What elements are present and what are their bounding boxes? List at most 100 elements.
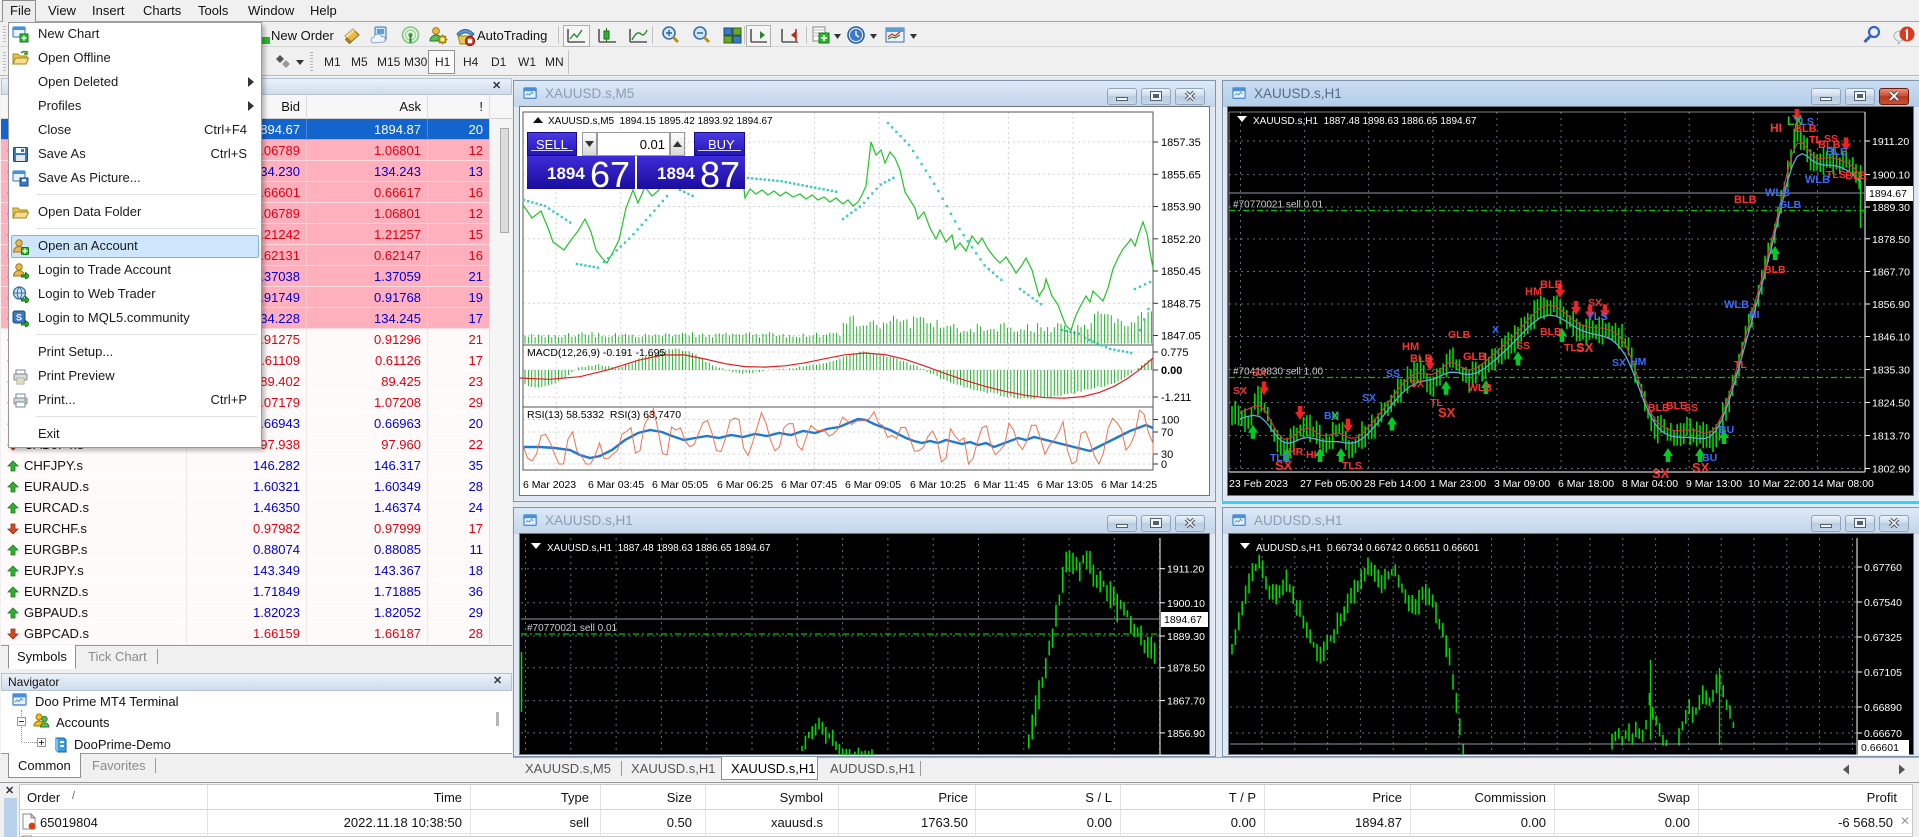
svg-text:0.67540: 0.67540 (1864, 597, 1902, 609)
svg-text:SX: SX (1438, 405, 1456, 420)
svg-text:SX: SX (1275, 458, 1293, 473)
svg-text:1852.20: 1852.20 (1161, 234, 1201, 246)
svg-text:8 Mar 04:00: 8 Mar 04:00 (1622, 478, 1678, 490)
svg-text:X: X (1331, 409, 1339, 423)
svg-text:9 Mar 13:00: 9 Mar 13:00 (1686, 478, 1742, 490)
svg-text:BLB: BLB (1410, 353, 1433, 365)
svg-text:WLB: WLB (1765, 187, 1790, 199)
svg-text:1853.90: 1853.90 (1161, 202, 1201, 214)
svg-text:X: X (1492, 324, 1499, 336)
svg-text:WLB: WLB (1468, 382, 1492, 394)
svg-text:1911.20: 1911.20 (1872, 136, 1909, 148)
svg-text:TLS: TLS (1342, 460, 1362, 472)
svg-text:BLB: BLB (1734, 194, 1757, 206)
svg-text:1856.90: 1856.90 (1872, 299, 1910, 311)
svg-text:0.00: 0.00 (1161, 365, 1182, 377)
svg-text:6 Mar 09:05: 6 Mar 09:05 (845, 479, 901, 491)
svg-text:1900.10: 1900.10 (1167, 598, 1205, 610)
svg-text:GLB: GLB (1448, 329, 1471, 341)
svg-text:6 Mar 13:05: 6 Mar 13:05 (1037, 479, 1093, 491)
svg-text:6 Mar 14:25: 6 Mar 14:25 (1101, 479, 1157, 491)
svg-text:HR: HR (1288, 446, 1304, 458)
svg-text:1857.35: 1857.35 (1161, 137, 1201, 149)
svg-text:100: 100 (1161, 415, 1179, 427)
svg-text:MACD(12,26,9) -0.191 -1.695: MACD(12,26,9) -0.191 -1.695 (527, 347, 665, 359)
svg-text:6 Mar 03:45: 6 Mar 03:45 (588, 479, 644, 491)
svg-text:1813.70: 1813.70 (1872, 431, 1910, 443)
svg-text:0.66890: 0.66890 (1864, 702, 1902, 714)
svg-text:6 Mar 11:45: 6 Mar 11:45 (974, 479, 1029, 491)
svg-text:RSI(13) 58.5332 RSI(3) 63,747: RSI(13) 58.5332 RSI(3) 63,7470 (527, 409, 681, 421)
svg-text:28 Feb 14:00: 28 Feb 14:00 (1364, 478, 1426, 490)
svg-text:1846.10: 1846.10 (1872, 332, 1910, 344)
svg-text:1856.90: 1856.90 (1167, 728, 1205, 740)
svg-text:SX: SX (1410, 378, 1424, 390)
svg-text:0.775: 0.775 (1161, 347, 1189, 359)
svg-text:S: S (16, 313, 22, 323)
svg-text:1894.67: 1894.67 (1869, 188, 1907, 200)
svg-text:6 Mar 10:25: 6 Mar 10:25 (910, 479, 966, 491)
svg-text:SX: SX (1612, 357, 1626, 369)
svg-text:XAUUSD.s,M5 1894.15 1895.42 1: XAUUSD.s,M5 1894.15 1895.42 1893.92 1894… (548, 116, 773, 127)
svg-text:1867.70: 1867.70 (1167, 696, 1205, 708)
svg-text:6 Mar 07:45: 6 Mar 07:45 (781, 479, 837, 491)
svg-text:#70770021 sell 0.01: #70770021 sell 0.01 (527, 623, 618, 634)
svg-text:BLB: BLB (1540, 326, 1562, 338)
svg-text:6 Mar 18:00: 6 Mar 18:00 (1558, 478, 1614, 490)
svg-text:GLB: GLB (1463, 351, 1486, 363)
svg-text:1850.45: 1850.45 (1161, 266, 1201, 278)
svg-text:1911.20: 1911.20 (1167, 564, 1204, 576)
svg-text:10 Mar 22:00: 10 Mar 22:00 (1748, 478, 1810, 490)
svg-text:70: 70 (1161, 427, 1173, 439)
svg-text:HM: HM (1630, 356, 1647, 368)
svg-text:BLB: BLB (1818, 139, 1841, 151)
svg-text:SX: SX (1252, 367, 1266, 379)
svg-text:BLB: BLB (1764, 264, 1786, 276)
svg-text:1900.10: 1900.10 (1872, 170, 1910, 182)
svg-text:1847.05: 1847.05 (1161, 331, 1201, 343)
svg-text:27 Feb 05:00: 27 Feb 05:00 (1300, 478, 1362, 490)
svg-text:1894.67: 1894.67 (1164, 614, 1202, 626)
svg-text:1824.50: 1824.50 (1872, 398, 1910, 410)
svg-text:SS: SS (1516, 340, 1530, 352)
svg-text:HI: HI (1749, 309, 1760, 321)
svg-text:0.66670: 0.66670 (1864, 728, 1902, 740)
svg-text:3 Mar 09:00: 3 Mar 09:00 (1494, 478, 1550, 490)
svg-text:6 Mar 2023: 6 Mar 2023 (523, 479, 576, 491)
svg-text:#70419830 sell 1.00: #70419830 sell 1.00 (1233, 367, 1324, 378)
svg-text:HM: HM (1402, 341, 1419, 353)
svg-text:0: 0 (1161, 459, 1167, 471)
svg-text:XAUUSD.s,H1 1887.48 1898.63 1: XAUUSD.s,H1 1887.48 1898.63 1886.65 1894… (547, 543, 771, 554)
svg-text:AUDUSD.s,H1 0.66734 0.66742 0: AUDUSD.s,H1 0.66734 0.66742 0.66511 0.66… (1256, 543, 1480, 554)
svg-text:SX: SX (1362, 392, 1376, 404)
svg-text:1878.50: 1878.50 (1872, 234, 1910, 246)
svg-text:1867.70: 1867.70 (1872, 267, 1910, 279)
svg-text:1889.30: 1889.30 (1167, 631, 1205, 643)
svg-text:0.67105: 0.67105 (1864, 667, 1902, 679)
svg-text:BLB: BLB (1794, 123, 1817, 135)
svg-text:SX: SX (1692, 460, 1710, 475)
svg-text:WLB: WLB (1805, 174, 1830, 186)
svg-text:23 Feb 2023: 23 Feb 2023 (1229, 478, 1288, 490)
svg-text:1848.75: 1848.75 (1161, 298, 1201, 310)
svg-text:0.67325: 0.67325 (1864, 632, 1902, 644)
svg-text:SS: SS (1386, 368, 1400, 380)
svg-text:GLB: GLB (1779, 199, 1802, 211)
svg-text:1889.30: 1889.30 (1872, 202, 1910, 214)
svg-text:14 Mar 08:00: 14 Mar 08:00 (1812, 478, 1874, 490)
svg-text:TL: TL (1734, 359, 1747, 371)
svg-text:TLS: TLS (1587, 311, 1608, 323)
svg-text:WLB: WLB (1724, 299, 1749, 311)
svg-text:BLE: BLE (1845, 170, 1867, 182)
svg-text:BLB: BLB (1540, 279, 1563, 291)
svg-text:SX: SX (1233, 385, 1247, 397)
svg-text:XAUUSD.s,H1 1887.48 1898.63 1: XAUUSD.s,H1 1887.48 1898.63 1886.65 1894… (1253, 116, 1477, 127)
svg-text:0.67760: 0.67760 (1864, 562, 1902, 574)
svg-text:6 Mar 05:05: 6 Mar 05:05 (652, 479, 708, 491)
svg-text:SS: SS (1684, 402, 1698, 414)
svg-text:0.66601: 0.66601 (1861, 742, 1899, 754)
svg-text:HI: HI (1770, 121, 1782, 135)
svg-text:1802.90: 1802.90 (1872, 464, 1910, 476)
svg-text:SX: SX (1576, 340, 1594, 355)
svg-text:-1.211: -1.211 (1161, 392, 1191, 404)
